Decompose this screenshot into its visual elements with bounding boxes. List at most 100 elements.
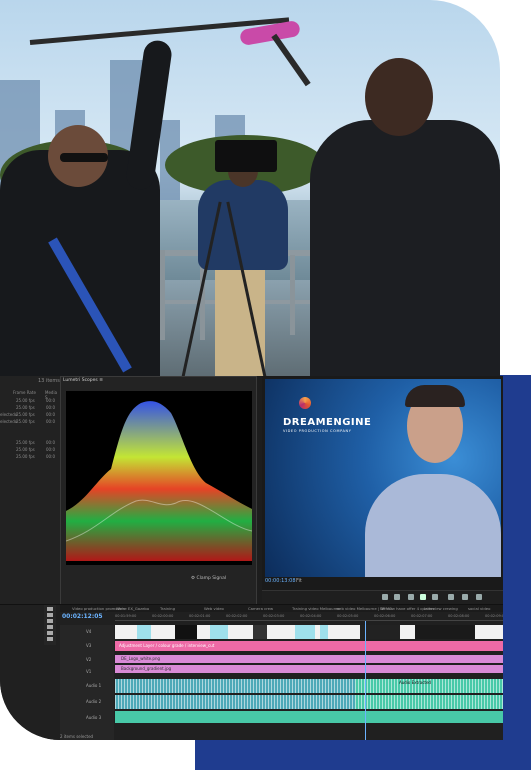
film-crew-photo bbox=[0, 0, 500, 380]
sequence-tab[interactable]: social video bbox=[468, 606, 490, 611]
track-name[interactable]: Audio 2 bbox=[86, 699, 101, 704]
project-cell-fr: 25.00 fps bbox=[16, 412, 35, 417]
step-forward-icon[interactable] bbox=[432, 594, 438, 600]
graphic-clip[interactable]: Background_gradient.jpg bbox=[115, 665, 503, 673]
timeline-timecode[interactable]: 00:02:12:05 bbox=[62, 613, 103, 620]
track-name[interactable]: V4 bbox=[86, 629, 91, 634]
video-clip[interactable] bbox=[320, 625, 328, 639]
ruler-tick-label: 00:02:07:00 bbox=[411, 614, 433, 618]
audio-clip[interactable] bbox=[115, 711, 503, 723]
interviewee-hair bbox=[405, 385, 465, 407]
video-clip[interactable] bbox=[210, 625, 228, 639]
mark-in-icon[interactable] bbox=[382, 594, 388, 600]
razor-tool-icon[interactable] bbox=[47, 625, 53, 629]
project-item-count: 13 items bbox=[38, 378, 60, 384]
dreamengine-logo-icon bbox=[299, 397, 311, 409]
project-cell-fr: 25.00 fps bbox=[16, 440, 35, 445]
railing-post bbox=[290, 255, 295, 335]
scopes-tab[interactable]: Lumetri Scopes ≡ bbox=[63, 378, 103, 383]
play-icon[interactable] bbox=[420, 594, 426, 600]
selection-tool-icon[interactable] bbox=[47, 607, 53, 611]
graphic-clip-label: Background_gradient.jpg bbox=[121, 666, 172, 671]
railing-post bbox=[160, 250, 165, 340]
track-lane-v1 bbox=[115, 625, 503, 639]
ruler-tick-label: 00:01:59:00 bbox=[115, 614, 137, 618]
export-frame-icon[interactable] bbox=[476, 594, 482, 600]
presenter bbox=[310, 120, 500, 380]
sequence-tab[interactable]: We're EX_Gazebo bbox=[116, 606, 149, 611]
video-clip[interactable] bbox=[415, 625, 475, 639]
project-cell-me: 00:0 bbox=[46, 419, 55, 424]
time-ruler[interactable]: 00:01:59:00 00:02:00:00 00:02:01:00 00:02:0… bbox=[115, 614, 503, 621]
ruler-tick-label: 00:02:08:00 bbox=[448, 614, 470, 618]
track-headers: V4 V3 V2 V1 Audio 1 Audio 2 Audio 3 bbox=[60, 625, 114, 740]
audio-clip[interactable]: Audio Extracted bbox=[355, 679, 503, 693]
project-cell-fr: 25.00 fps bbox=[16, 447, 35, 452]
project-cell-name: electedo bbox=[0, 419, 18, 424]
ruler-tick-label: 00:02:02:00 bbox=[226, 614, 248, 618]
video-clip[interactable] bbox=[295, 625, 315, 639]
sequence-tab[interactable]: Interview crewing bbox=[424, 606, 458, 611]
interviewee-shirt bbox=[365, 474, 501, 577]
track-name[interactable]: Audio 1 bbox=[86, 683, 101, 688]
project-row[interactable]: 25.00 fps 00:0 bbox=[0, 405, 60, 411]
video-clip[interactable] bbox=[175, 625, 197, 639]
project-row[interactable]: electedo 25.00 fps 00:0 bbox=[0, 412, 60, 418]
track-name[interactable]: Audio 3 bbox=[86, 715, 101, 720]
project-cell-me: 00:0 bbox=[46, 454, 55, 459]
sequence-tab[interactable]: Web video bbox=[204, 606, 224, 611]
track-name[interactable]: V3 bbox=[86, 643, 91, 648]
monitor-frame: DREAMENGINE VIDEO PRODUCTION COMPANY bbox=[265, 379, 501, 577]
video-clip[interactable] bbox=[253, 625, 267, 639]
track-lane-graphics-2: Background_gradient.jpg bbox=[115, 665, 503, 673]
mark-out-icon[interactable] bbox=[394, 594, 400, 600]
sequence-tab[interactable]: Camera crew bbox=[248, 606, 273, 611]
video-clip[interactable] bbox=[360, 625, 400, 639]
transport-controls bbox=[262, 590, 503, 605]
project-row[interactable]: 25.00 fps 00:0 bbox=[0, 447, 60, 453]
boom-handle bbox=[271, 33, 311, 87]
project-cell-me: 00:0 bbox=[46, 398, 55, 403]
ruler-tick-label: 00:02:04:00 bbox=[300, 614, 322, 618]
sequence-tab[interactable]: Training bbox=[160, 606, 175, 611]
audio-clip[interactable] bbox=[355, 695, 503, 709]
adjustment-clip-label: Adjustment Layer / colour grade / interv… bbox=[119, 643, 215, 648]
audio-clip[interactable] bbox=[115, 695, 355, 709]
ripple-edit-icon[interactable] bbox=[47, 619, 53, 623]
project-row[interactable]: electedo 25.00 fps 00:0 bbox=[0, 419, 60, 425]
playhead[interactable] bbox=[365, 621, 366, 740]
adjustment-clip[interactable]: Adjustment Layer / colour grade / interv… bbox=[115, 641, 503, 651]
track-name[interactable]: V2 bbox=[86, 657, 91, 662]
project-cell-me: 00:0 bbox=[46, 405, 55, 410]
track-select-icon[interactable] bbox=[47, 613, 53, 617]
project-row[interactable]: 25.00 fps 00:0 bbox=[0, 398, 60, 404]
clamp-signal-option[interactable]: ⚙ Clamp Signal bbox=[191, 576, 226, 581]
graphic-clip[interactable]: DE_Logo_white.png bbox=[115, 655, 503, 663]
ruler-tick-label: 00:02:06:00 bbox=[374, 614, 396, 618]
col-frame-rate[interactable]: Frame Rate bbox=[13, 390, 36, 395]
insert-icon[interactable] bbox=[448, 594, 454, 600]
video-camera bbox=[215, 140, 277, 172]
pen-tool-icon[interactable] bbox=[47, 637, 53, 641]
audio-clip[interactable] bbox=[115, 679, 355, 693]
track-name[interactable]: V1 bbox=[86, 669, 91, 674]
zoom-select[interactable]: Fit bbox=[296, 578, 302, 584]
slip-tool-icon[interactable] bbox=[47, 631, 53, 635]
selection-status: 2 items selected bbox=[60, 734, 94, 739]
graphic-clip-label: DE_Logo_white.png bbox=[121, 656, 161, 661]
step-back-icon[interactable] bbox=[408, 594, 414, 600]
ruler-tick-label: 00:02:03:00 bbox=[263, 614, 285, 618]
project-row[interactable]: 25.00 fps 00:0 bbox=[0, 454, 60, 460]
video-editor-screenshot: 13 items Frame Rate Media S 25.00 fps 00:… bbox=[0, 376, 503, 740]
project-cell-fr: 25.00 fps bbox=[16, 398, 35, 403]
brand-name: DREAMENGINE bbox=[283, 417, 372, 428]
track-lane-graphics-1: DE_Logo_white.png bbox=[115, 655, 503, 663]
project-cell-me: 00:0 bbox=[46, 440, 55, 445]
overwrite-icon[interactable] bbox=[462, 594, 468, 600]
sequence-tab[interactable]: Training video Melbourne bbox=[292, 606, 340, 611]
project-row[interactable]: 25.00 fps 00:0 bbox=[0, 440, 60, 446]
project-cell-fr: 25.00 fps bbox=[16, 454, 35, 459]
ruler-tick-label: 00:02:09:00 bbox=[485, 614, 503, 618]
ruler-tick-label: 00:02:00:00 bbox=[152, 614, 174, 618]
video-clip[interactable] bbox=[137, 625, 151, 639]
